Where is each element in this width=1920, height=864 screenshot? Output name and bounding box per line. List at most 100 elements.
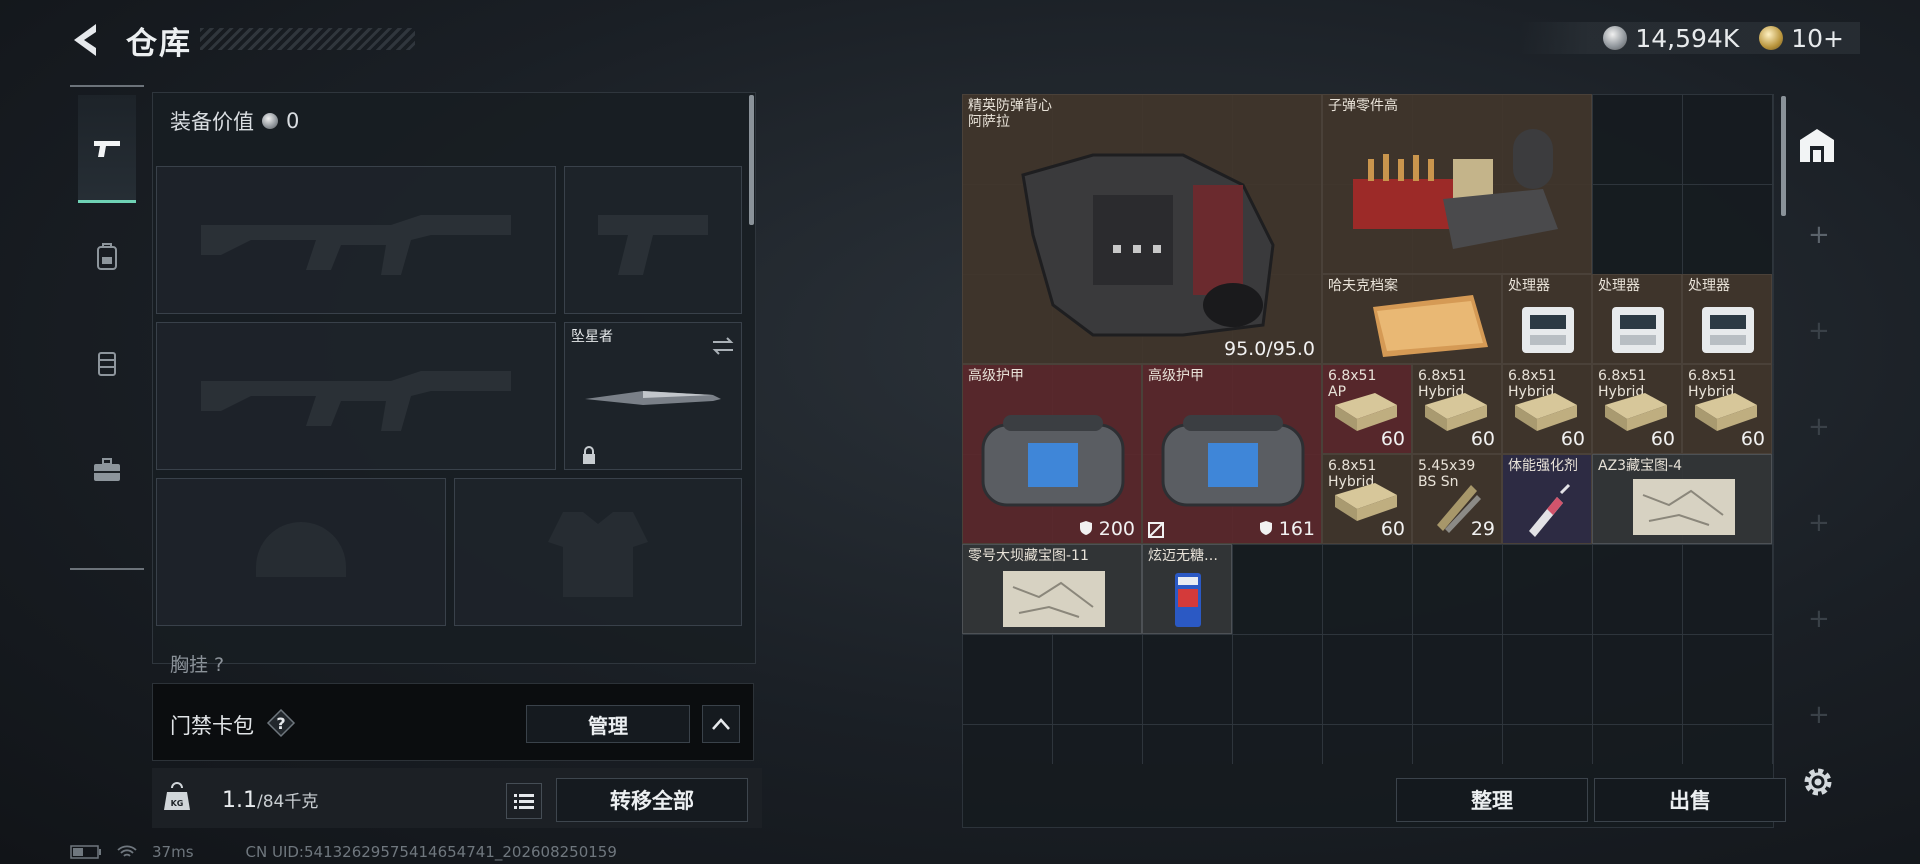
silver-coin-icon: [1603, 26, 1628, 50]
back-button[interactable]: [68, 20, 104, 60]
page-title: 仓库: [126, 26, 192, 62]
sort-button[interactable]: 整理: [1396, 778, 1588, 822]
back-arrow-icon: [74, 24, 96, 56]
storage-item[interactable]: 哈夫克档案: [1322, 274, 1502, 364]
item-name: 处理器: [1598, 278, 1640, 294]
storage-item[interactable]: 6.8x51 Hybrid 60: [1412, 364, 1502, 454]
ammo-box-icon: [1515, 393, 1577, 431]
svg-text:KG: KG: [171, 799, 184, 808]
archive-folder-icon: [1373, 295, 1488, 357]
currency-display: 14,594K 10+: [1520, 22, 1860, 54]
pistol-slot[interactable]: [564, 166, 742, 314]
storage-item[interactable]: 6.8x51 Hybrid 60: [1592, 364, 1682, 454]
storage-item[interactable]: 体能强化剂: [1502, 454, 1592, 544]
map-icon: [1003, 571, 1105, 627]
item-durability: 95.0/95.0: [1223, 338, 1315, 360]
storage-item[interactable]: 处理器: [1592, 274, 1682, 364]
locked-storage-tab: +: [1808, 316, 1830, 346]
lock-icon: [583, 446, 595, 464]
backpack-icon: [97, 243, 117, 270]
storage-item[interactable]: 炫迈无糖…: [1142, 544, 1232, 634]
pistol-silhouette-icon: [598, 215, 708, 275]
silver-coin-icon: [262, 113, 278, 129]
primary-weapon-slot[interactable]: [156, 166, 556, 314]
ammo-box-icon: [1695, 393, 1757, 431]
storage-scrollbar[interactable]: [1781, 96, 1786, 216]
tab-backpack[interactable]: [78, 202, 136, 310]
equipment-value: 装备价值 0: [170, 106, 299, 136]
armor-slot[interactable]: [454, 478, 742, 626]
help-icon[interactable]: ?: [266, 708, 296, 738]
ammo-box-icon: [1335, 483, 1397, 521]
vest-icon: [98, 352, 116, 376]
gold-coin-icon: [1759, 26, 1784, 50]
collapse-button[interactable]: [702, 705, 740, 743]
list-view-button[interactable]: [506, 783, 542, 819]
pistol-icon: [94, 140, 120, 157]
ping-value: 37ms: [152, 843, 194, 861]
wifi-icon: [117, 845, 137, 857]
storage-item[interactable]: AZ3藏宝图-4: [1592, 454, 1772, 544]
storage-item[interactable]: 5.45x39 BS Sn 29: [1412, 454, 1502, 544]
locked-storage-tab: +: [1808, 604, 1830, 634]
processor-icon: [1522, 307, 1574, 353]
list-icon: [514, 794, 534, 809]
storage-item[interactable]: 高级护甲 161: [1142, 364, 1322, 544]
item-count: 60: [1380, 428, 1405, 450]
knife-icon: [585, 391, 721, 405]
tab-chest-rig[interactable]: [78, 309, 136, 417]
storage-tab-icon[interactable]: [1796, 124, 1838, 166]
shield-icon: [1259, 521, 1272, 535]
storage-item[interactable]: 6.8x51 Hybrid 60: [1502, 364, 1592, 454]
tab-weapons[interactable]: [78, 95, 136, 203]
chevron-up-icon: [712, 718, 730, 730]
title-decoration: [200, 28, 415, 50]
user-uid: CN UID:54132629575414654741_202608250159: [245, 843, 617, 861]
storage-item[interactable]: 零号大坝藏宝图-11: [962, 544, 1142, 634]
item-name: AZ3藏宝图-4: [1598, 458, 1683, 474]
helmet-silhouette-icon: [256, 522, 346, 577]
item-name: 高级护甲: [1148, 368, 1204, 384]
storage-item[interactable]: 处理器: [1682, 274, 1772, 364]
item-count: 29: [1470, 518, 1495, 540]
category-rail: [70, 85, 144, 570]
storage-item[interactable]: 6.8x51 Hybrid 60: [1682, 364, 1772, 454]
armor-silhouette-icon: [548, 512, 648, 597]
svg-text:?: ?: [276, 714, 285, 733]
storage-item[interactable]: 高级护甲 200: [962, 364, 1142, 544]
shield-icon: [1079, 521, 1092, 535]
empty-slot: [1592, 94, 1772, 274]
tab-case[interactable]: [78, 416, 136, 524]
map-icon: [1633, 479, 1735, 535]
storage-item[interactable]: 子弹零件高: [1322, 94, 1592, 274]
locked-storage-tab: +: [1808, 700, 1830, 730]
transfer-all-button[interactable]: 转移全部: [556, 778, 748, 822]
equipment-scrollbar[interactable]: [749, 95, 754, 225]
melee-slot[interactable]: 坠星者: [564, 322, 742, 470]
storage-item[interactable]: 精英防弹背心 阿萨拉 95.0/95.0: [962, 94, 1322, 364]
equipment-value-label: 装备价值: [170, 110, 254, 134]
sell-button[interactable]: 出售: [1594, 778, 1786, 822]
gear-icon[interactable]: [1800, 764, 1836, 800]
storage-item[interactable]: 6.8x51 Hybrid 60: [1322, 454, 1412, 544]
processor-icon: [1702, 307, 1754, 353]
currency-secondary-value: 10+: [1791, 23, 1844, 53]
currency-primary-value: 14,594K: [1635, 23, 1740, 53]
add-storage-tab-button[interactable]: +: [1808, 220, 1830, 250]
armor-bag-icon: [981, 415, 1125, 507]
weight-max: /84千克: [257, 792, 319, 812]
item-count: 60: [1470, 428, 1495, 450]
item-count: 60: [1740, 428, 1765, 450]
storage-item[interactable]: 处理器: [1502, 274, 1592, 364]
helmet-slot[interactable]: [156, 478, 446, 626]
manage-button[interactable]: 管理: [526, 705, 690, 743]
vest-item-icon: [1021, 153, 1275, 337]
item-count: 60: [1560, 428, 1585, 450]
keycard-label: 门禁卡包: [170, 714, 254, 738]
secondary-weapon-slot[interactable]: [156, 322, 556, 470]
item-armor-value: 161: [1259, 518, 1315, 540]
storage-item[interactable]: 6.8x51 AP 60: [1322, 364, 1412, 454]
ammo-box-icon: [1605, 393, 1667, 431]
swap-icon: [712, 337, 734, 355]
weight-current: 1.1: [222, 788, 257, 813]
